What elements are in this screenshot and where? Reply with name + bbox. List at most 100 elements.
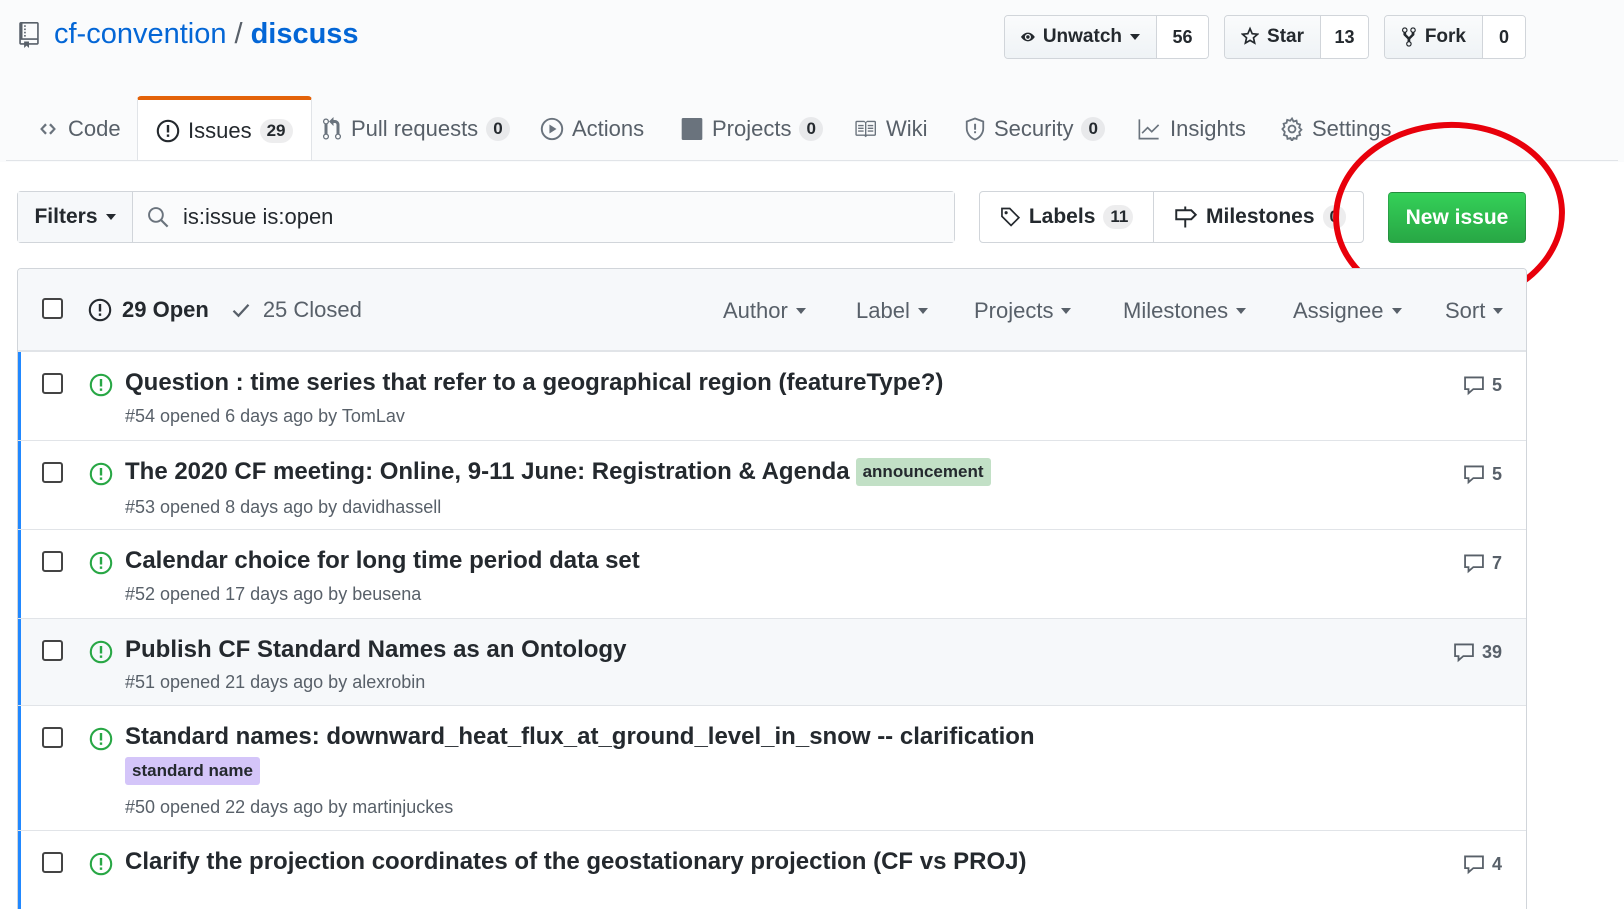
issue-comments-link[interactable]: 5: [1463, 374, 1502, 396]
issue-title-link[interactable]: The 2020 CF meeting: Online, 9-11 June: …: [125, 458, 850, 486]
tab-actions[interactable]: Actions: [540, 96, 644, 161]
tab-issues-label: Issues: [188, 117, 252, 143]
issue-title-link[interactable]: Clarify the projection coordinates of th…: [125, 848, 1026, 876]
watchers-count[interactable]: 56: [1157, 16, 1208, 58]
labels-label: Labels: [1028, 205, 1096, 228]
tab-wiki[interactable]: Wiki: [852, 96, 928, 161]
label-filter[interactable]: Label: [856, 298, 928, 324]
issue-row[interactable]: Publish CF Standard Names as an Ontology…: [18, 618, 1526, 705]
chevron-down-icon: [1493, 308, 1504, 314]
issues-search-input[interactable]: [183, 204, 883, 230]
gear-icon: [1281, 116, 1303, 141]
tab-pull-requests[interactable]: Pull requests 0: [321, 96, 510, 161]
comment-icon: [1454, 643, 1474, 663]
label-standard-name[interactable]: standard name: [125, 757, 260, 785]
issue-opened-icon: [88, 298, 112, 322]
issue-row[interactable]: The 2020 CF meeting: Online, 9-11 June: …: [18, 440, 1526, 529]
issue-checkbox[interactable]: [42, 640, 63, 661]
labels-milestones-nav: Labels 11 Milestones 0: [979, 191, 1364, 243]
projects-filter[interactable]: Projects: [974, 298, 1072, 324]
closed-issues-label: 25 Closed: [262, 297, 362, 322]
issue-title-link[interactable]: Standard names: downward_heat_flux_at_gr…: [125, 723, 1035, 751]
check-icon: [232, 303, 250, 318]
projects-counter: 0: [799, 116, 823, 141]
unwatch-label: Unwatch: [1042, 26, 1122, 47]
project-icon: [681, 117, 703, 140]
author-filter[interactable]: Author: [723, 298, 806, 324]
watch-button-group: Unwatch 56: [1004, 15, 1209, 59]
milestones-filter[interactable]: Milestones: [1123, 298, 1247, 324]
milestones-counter: 0: [1322, 205, 1346, 229]
issue-row[interactable]: Question : time series that refer to a g…: [18, 351, 1526, 440]
tab-projects[interactable]: Projects 0: [680, 96, 823, 161]
tab-security[interactable]: Security 0: [964, 96, 1105, 161]
tab-issues[interactable]: Issues 29: [137, 96, 312, 161]
issue-checkbox[interactable]: [42, 727, 63, 748]
issue-comments-count: 7: [1491, 552, 1502, 573]
milestones-link[interactable]: Milestones 0: [1153, 192, 1363, 242]
issue-meta: #54 opened 6 days ago by TomLav: [125, 406, 405, 426]
milestones-label: Milestones: [1206, 205, 1315, 228]
issue-comments-link[interactable]: 5: [1463, 463, 1502, 485]
select-all-checkbox[interactable]: [42, 298, 63, 319]
tab-pull-requests-label: Pull requests: [351, 115, 479, 141]
issue-row[interactable]: Calendar choice for long time period dat…: [18, 529, 1526, 618]
issue-meta: #53 opened 8 days ago by davidhassell: [125, 497, 442, 517]
issue-opened-icon: [89, 462, 113, 486]
issues-search: [133, 192, 954, 242]
issue-checkbox[interactable]: [42, 462, 63, 483]
issue-row[interactable]: Standard names: downward_heat_flux_at_gr…: [18, 705, 1526, 830]
issue-comments-count: 5: [1491, 463, 1502, 484]
code-icon: [40, 122, 56, 135]
issue-title-link[interactable]: Question : time series that refer to a g…: [125, 369, 943, 397]
tab-insights[interactable]: Insights: [1136, 96, 1246, 161]
tab-code[interactable]: Code: [36, 96, 121, 161]
sort-filter[interactable]: Sort: [1445, 298, 1504, 324]
repo-owner-link[interactable]: cf-convention: [54, 18, 227, 51]
issue-title-link[interactable]: Calendar choice for long time period dat…: [125, 547, 640, 575]
issues-list-header: 29 Open 25 Closed Author Label Projects …: [18, 269, 1526, 351]
tab-settings[interactable]: Settings: [1280, 96, 1392, 161]
unwatch-button[interactable]: Unwatch: [1005, 16, 1157, 58]
issue-comments-link[interactable]: 39: [1453, 641, 1502, 663]
comment-icon: [1464, 465, 1484, 485]
tab-projects-label: Projects: [712, 115, 792, 141]
issue-meta: #51 opened 21 days ago by alexrobin: [125, 672, 426, 692]
issue-title-link[interactable]: Publish CF Standard Names as an Ontology: [125, 636, 626, 664]
repo-title: cf-convention / discuss: [18, 18, 359, 51]
stargazers-count[interactable]: 13: [1321, 16, 1368, 58]
issue-comments-link[interactable]: 4: [1463, 853, 1502, 875]
security-counter: 0: [1081, 116, 1105, 141]
assignee-filter[interactable]: Assignee: [1293, 298, 1402, 324]
issue-comments-link[interactable]: 7: [1463, 552, 1502, 574]
label-announcement[interactable]: announcement: [855, 458, 991, 486]
assignee-filter-label: Assignee: [1293, 298, 1384, 323]
labels-link[interactable]: Labels 11: [980, 192, 1153, 242]
chevron-down-icon: [1130, 34, 1140, 40]
milestone-icon: [1175, 206, 1198, 228]
git-pull-request-icon: [323, 116, 341, 140]
search-icon: [148, 207, 169, 228]
issue-checkbox[interactable]: [42, 852, 63, 873]
issue-checkbox[interactable]: [42, 551, 63, 572]
issue-meta: #52 opened 17 days ago by beusena: [125, 584, 422, 604]
eye-icon: [1021, 32, 1035, 42]
issue-opened-icon: [89, 727, 113, 751]
open-issues-link[interactable]: 29 Open: [88, 297, 209, 323]
filters-dropdown-button[interactable]: Filters: [18, 192, 133, 242]
issues-counter: 29: [259, 118, 293, 143]
repo-name-link[interactable]: discuss: [251, 18, 359, 51]
book-icon: [855, 120, 876, 137]
issue-opened-icon: [156, 119, 180, 142]
issue-states: 29 Open 25 Closed: [88, 297, 362, 323]
tag-icon: [1001, 207, 1021, 227]
star-button[interactable]: Star: [1225, 16, 1321, 58]
closed-issues-link[interactable]: 25 Closed: [231, 297, 362, 323]
label-filter-label: Label: [856, 298, 910, 323]
new-issue-button[interactable]: New issue: [1388, 192, 1526, 243]
issue-checkbox[interactable]: [42, 373, 63, 394]
tab-code-label: Code: [68, 115, 121, 141]
issue-row[interactable]: Clarify the projection coordinates of th…: [18, 830, 1526, 909]
forks-count[interactable]: 0: [1483, 16, 1525, 58]
fork-button[interactable]: Fork: [1385, 16, 1483, 58]
